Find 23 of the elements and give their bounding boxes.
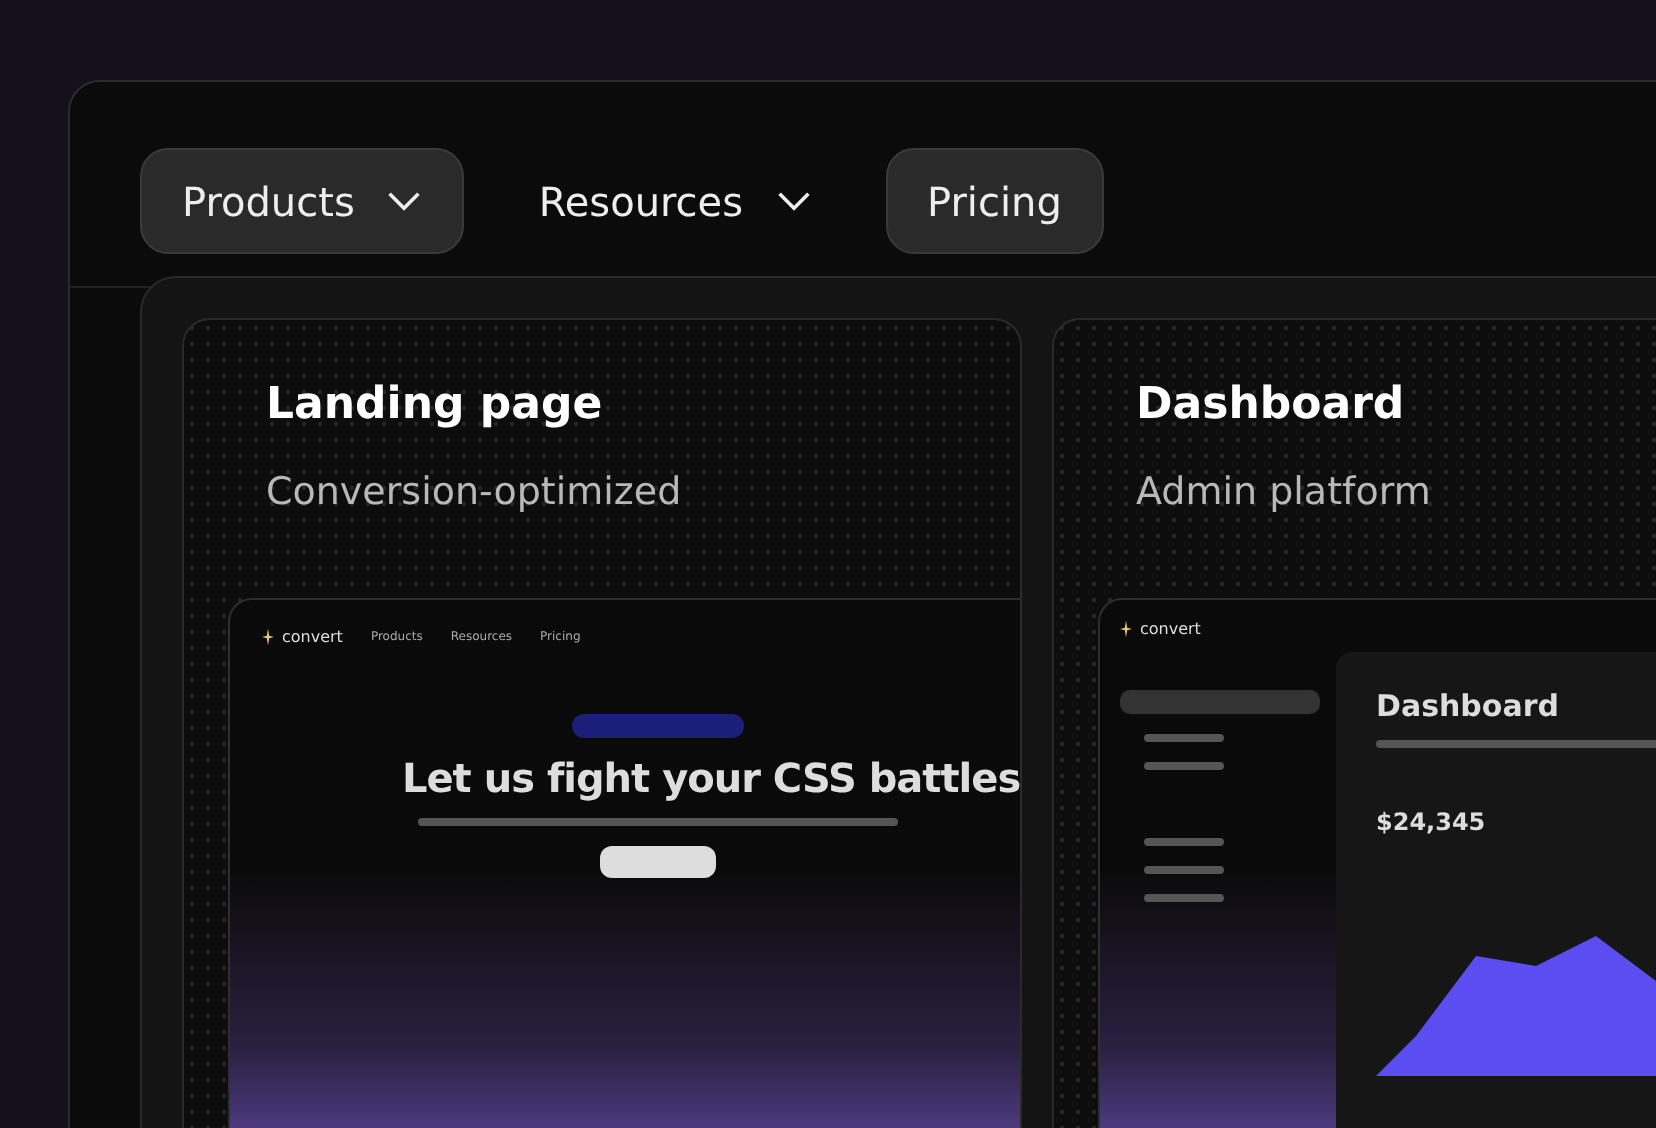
nav-menu-button[interactable]: Resources xyxy=(496,148,853,254)
cta-button-placeholder xyxy=(600,846,716,878)
text-placeholder-line xyxy=(1144,838,1224,846)
text-placeholder-line xyxy=(1144,762,1224,770)
stat-value: $24,345 xyxy=(1376,808,1488,836)
card-subtitle: Conversion-optimized xyxy=(266,470,684,514)
hero-headline: Let us fight your CSS battles xyxy=(400,754,1020,802)
chevron-down-icon xyxy=(386,190,423,212)
spark-icon xyxy=(262,628,274,646)
card-title: Dashboard xyxy=(1136,380,1407,430)
nav-menu-button[interactable]: Pricing xyxy=(885,148,1104,254)
dashboard-heading: Dashboard xyxy=(1376,688,1561,724)
text-placeholder-line xyxy=(1144,866,1224,874)
logo-text: convert xyxy=(1140,620,1201,638)
chevron-down-icon xyxy=(775,190,811,212)
nav-menu-button[interactable]: Products xyxy=(140,148,465,254)
card-title: Landing page xyxy=(266,380,605,430)
logo-text: convert xyxy=(282,628,343,646)
card-subtitle: Admin platform xyxy=(1136,470,1433,514)
text-placeholder-line xyxy=(1144,894,1224,902)
text-placeholder-line xyxy=(1144,734,1224,742)
spark-icon xyxy=(1120,620,1132,638)
template-card[interactable]: Dashboard Admin platform convert Dashboard $24,345 xyxy=(1052,318,1656,1128)
